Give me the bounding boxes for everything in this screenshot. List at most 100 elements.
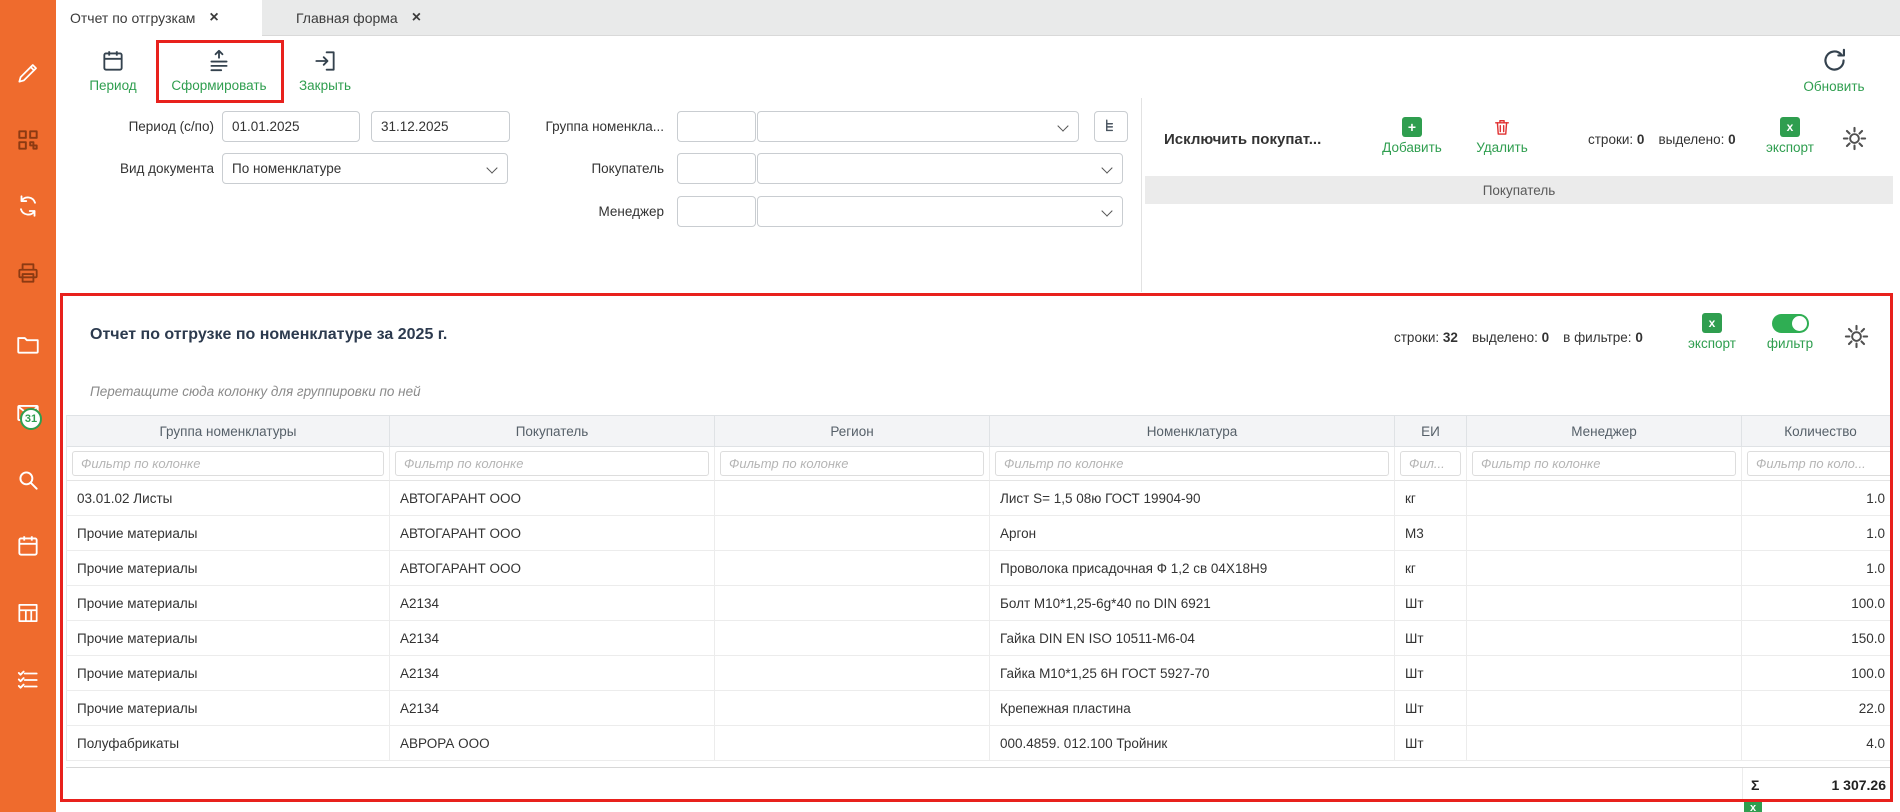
filter-cell [1467, 447, 1742, 481]
sync-icon[interactable] [15, 193, 41, 219]
column-header-2[interactable]: Покупатель [390, 415, 715, 447]
calendar-icon[interactable] [15, 533, 41, 559]
table-row[interactable]: Прочие материалыА2134Гайка DIN EN ISO 10… [66, 621, 1890, 656]
table-cell: А2134 [390, 621, 715, 656]
table-cell: М3 [1395, 516, 1467, 551]
filter-cell [390, 447, 715, 481]
tree-view-button[interactable] [1094, 111, 1128, 142]
report-export-label: экспорт [1688, 336, 1736, 351]
table-cell [715, 691, 990, 726]
data-table-icon[interactable] [15, 600, 41, 626]
date-from-input[interactable] [222, 111, 360, 142]
column-filter-input-5[interactable] [1400, 451, 1461, 476]
report-table-body: 03.01.02 ЛистыАВТОГАРАНТ ОООЛист S= 1,5 … [66, 481, 1890, 761]
refresh-button[interactable]: Обновить [1798, 46, 1870, 94]
add-button[interactable]: + Добавить [1378, 117, 1446, 155]
column-filter-input-2[interactable] [395, 451, 709, 476]
report-table-filter-row [66, 447, 1890, 481]
column-header-1[interactable]: Группа номенклатуры [66, 415, 390, 447]
filter-cell [66, 447, 390, 481]
report-export-button[interactable]: x экспорт [1684, 313, 1740, 351]
manager-select[interactable] [757, 196, 1123, 227]
qr-grid-icon[interactable] [15, 127, 41, 153]
close-button[interactable]: Закрыть [294, 48, 356, 93]
table-cell [715, 656, 990, 691]
tree-icon [1102, 117, 1121, 136]
period-button[interactable]: Период [83, 48, 143, 93]
generate-icon [206, 48, 232, 74]
report-title: Отчет по отгрузке по номенклатуре за 202… [90, 326, 447, 344]
checklist-icon[interactable] [15, 667, 41, 693]
nomenclature-group-select[interactable] [757, 111, 1079, 142]
column-filter-input-7[interactable] [1747, 451, 1890, 476]
footer-export-icon[interactable]: x [1744, 799, 1762, 812]
nomenclature-group-code-input[interactable] [677, 111, 756, 142]
table-row[interactable]: Прочие материалыАВТОГАРАНТ ОООПроволока … [66, 551, 1890, 586]
gear-icon [1844, 324, 1869, 349]
buyer-select[interactable] [757, 153, 1123, 184]
table-row[interactable]: Прочие материалыА2134Болт М10*1,25-6g*40… [66, 586, 1890, 621]
report-settings-button[interactable] [1844, 324, 1869, 349]
column-header-3[interactable]: Регион [715, 415, 990, 447]
column-filter-input-6[interactable] [1472, 451, 1736, 476]
table-cell: кг [1395, 551, 1467, 586]
close-button-label: Закрыть [299, 78, 351, 93]
table-row[interactable]: Прочие материалыА2134Гайка М10*1,25 6Н Г… [66, 656, 1890, 691]
table-row[interactable]: Прочие материалыАВТОГАРАНТ ОООАргонМ31.0 [66, 516, 1890, 551]
table-cell: 100.0 [1742, 586, 1890, 621]
close-icon[interactable]: × [209, 10, 218, 26]
search-icon[interactable] [15, 467, 41, 493]
table-cell: 150.0 [1742, 621, 1890, 656]
column-header-5[interactable]: ЕИ [1395, 415, 1467, 447]
column-filter-input-3[interactable] [720, 451, 984, 476]
edit-icon[interactable] [15, 60, 41, 86]
tab-bar: Отчет по отгрузкам × Главная форма × [56, 0, 1900, 36]
doc-type-select[interactable]: По номенклатуре [222, 153, 508, 184]
filter-cell [1742, 447, 1890, 481]
table-cell: кг [1395, 481, 1467, 516]
exclude-export-button[interactable]: x экспорт [1762, 117, 1818, 155]
doc-type-value: По номенклатуре [232, 161, 341, 176]
table-row[interactable]: ПолуфабрикатыАВРОРА ООО000.4859. 012.100… [66, 726, 1890, 761]
filter-toggle[interactable]: фильтр [1764, 314, 1816, 351]
nomenclature-group-label: Группа номенкла... [518, 111, 664, 142]
column-header-7[interactable]: Количество [1742, 415, 1890, 447]
table-cell: 22.0 [1742, 691, 1890, 726]
buyer-code-input[interactable] [677, 153, 756, 184]
refresh-icon [1820, 46, 1849, 75]
table-cell: Прочие материалы [66, 621, 390, 656]
table-row[interactable]: Прочие материалыА2134Крепежная пластинаШ… [66, 691, 1890, 726]
manager-code-input[interactable] [677, 196, 756, 227]
print-icon[interactable] [15, 260, 41, 286]
generate-button[interactable]: Сформировать [160, 48, 278, 93]
column-filter-input-1[interactable] [72, 451, 384, 476]
toggle-on-icon[interactable] [1772, 314, 1809, 333]
delete-button[interactable]: Удалить [1472, 117, 1532, 155]
folder-icon[interactable] [15, 331, 41, 357]
report-table: Группа номенклатурыПокупательРегионНомен… [66, 415, 1890, 761]
trash-icon [1492, 117, 1512, 137]
generate-button-label: Сформировать [171, 78, 266, 93]
table-cell [715, 551, 990, 586]
table-cell [1467, 516, 1742, 551]
table-cell: 1.0 [1742, 481, 1890, 516]
column-header-6[interactable]: Менеджер [1467, 415, 1742, 447]
selected-counter: выделено: 0 [1472, 330, 1549, 345]
exclude-settings-button[interactable] [1842, 126, 1867, 151]
table-cell [715, 586, 990, 621]
panel-divider [1141, 98, 1142, 292]
column-filter-input-4[interactable] [995, 451, 1389, 476]
exclude-grid-column-header[interactable]: Покупатель [1145, 176, 1893, 204]
table-cell: Шт [1395, 691, 1467, 726]
manager-label: Менеджер [518, 196, 664, 227]
tab-report[interactable]: Отчет по отгрузкам × [56, 0, 262, 36]
tab-main-form[interactable]: Главная форма × [282, 0, 440, 36]
rows-counter: строки: 0 [1588, 132, 1644, 147]
date-to-input[interactable] [371, 111, 510, 142]
table-row[interactable]: 03.01.02 ЛистыАВТОГАРАНТ ОООЛист S= 1,5 … [66, 481, 1890, 516]
close-icon[interactable]: × [412, 10, 421, 26]
table-cell: Болт М10*1,25-6g*40 по DIN 6921 [990, 586, 1395, 621]
selected-counter: выделено: 0 [1658, 132, 1735, 147]
table-cell: АВТОГАРАНТ ООО [390, 551, 715, 586]
column-header-4[interactable]: Номенклатура [990, 415, 1395, 447]
